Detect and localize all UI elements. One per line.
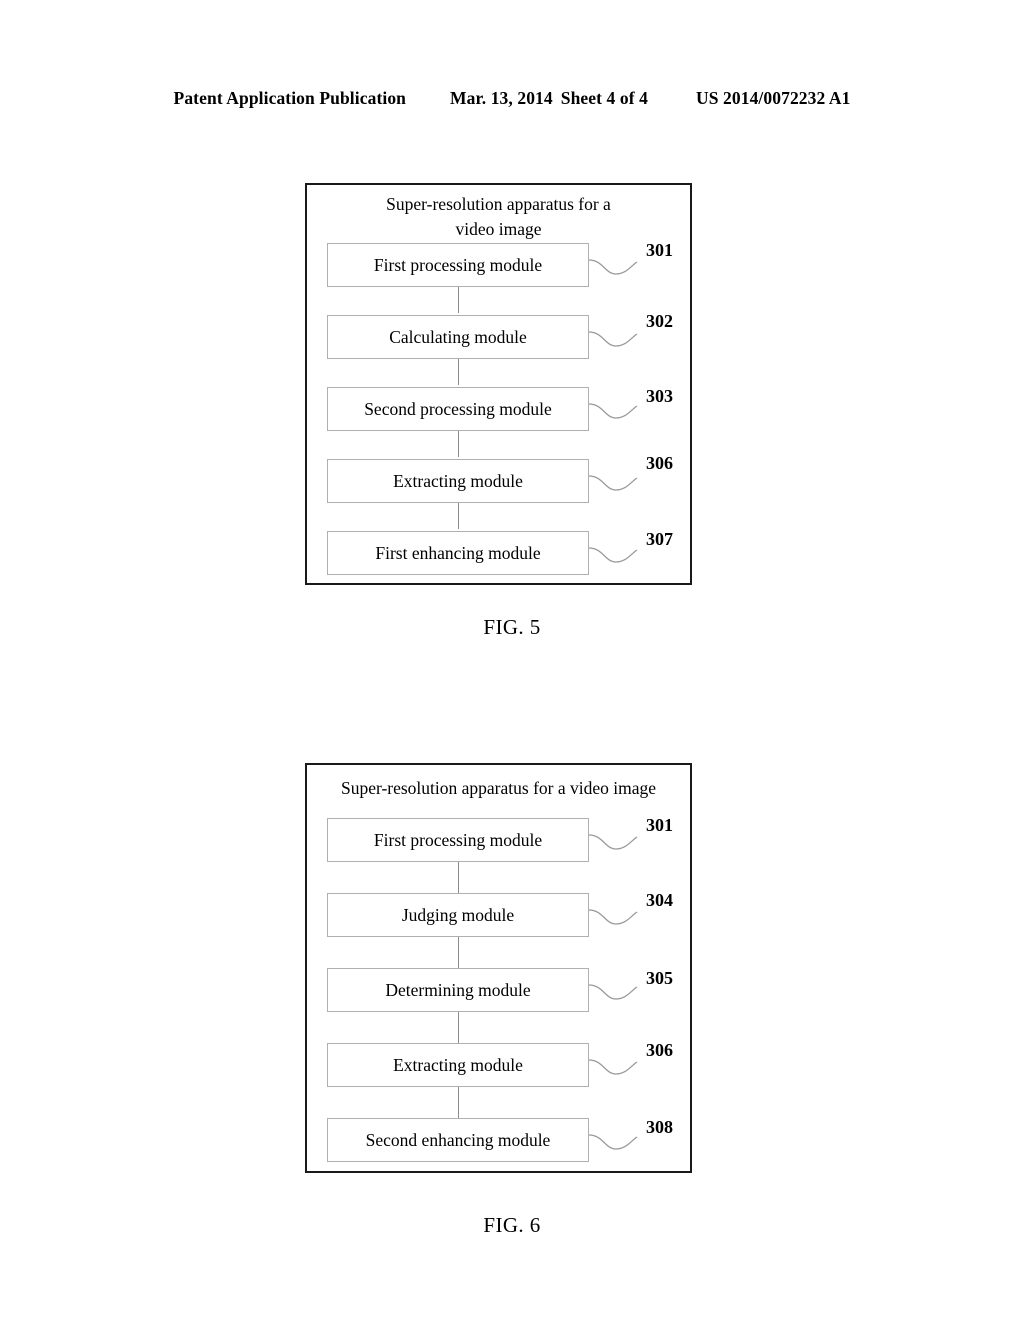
fig6-leader-line-5 [588,1134,638,1150]
fig5-module-box-2[interactable]: Calculating module [327,315,589,359]
fig6-module-box-3[interactable]: Determining module [327,968,589,1012]
fig5-ref-number-2: 302 [646,311,673,331]
fig5-connector-1-2 [458,287,460,313]
fig5-leader-line-3 [588,403,638,419]
fig6-ref-number-3: 305 [646,968,673,988]
fig6-connector-4-5 [458,1087,460,1118]
fig6-title-line-1: Super-resolution apparatus for a video i… [340,778,657,798]
fig5-module-label-3: Second processing module [364,398,552,419]
fig6-module-box-2[interactable]: Judging module [327,893,589,937]
fig5-leader-line-5 [588,547,638,563]
fig6-module-label-2: Judging module [401,904,515,925]
fig6-module-box-1[interactable]: First processing module [327,818,589,862]
fig5-connector-2-3 [458,359,460,385]
fig6-ref-number-5: 308 [646,1117,673,1137]
fig6-module-label-3: Determining module [385,979,531,1000]
fig6-title: Super-resolution apparatus for a video i… [305,776,692,801]
fig5-module-label-1: First processing module [373,254,543,275]
fig6-module-label-4: Extracting module [393,1054,523,1075]
fig5-module-label-4: Extracting module [393,470,523,491]
fig5-caption: FIG. 5 [483,615,541,639]
fig5-module-box-3[interactable]: Second processing module [327,387,589,431]
fig6-connector-1-2 [458,862,460,893]
fig6-ref-number-4: 306 [646,1040,673,1060]
fig5-title-line-2: video image [455,219,542,239]
fig5-module-box-1[interactable]: First processing module [327,243,589,287]
header-sheet: Sheet 4 of 4 [560,88,648,108]
fig6-module-box-5[interactable]: Second enhancing module [327,1118,589,1162]
fig6-module-label-5: Second enhancing module [365,1129,551,1150]
fig5-leader-line-4 [588,475,638,491]
fig6-module-box-4[interactable]: Extracting module [327,1043,589,1087]
page-header: Patent Application Publication Mar. 13, 2… [0,88,1024,109]
fig6-leader-line-4 [588,1059,638,1075]
header-date: Mar. 13, 2014 [450,88,553,108]
fig5-ref-number-5: 307 [646,529,673,549]
fig5-connector-3-4 [458,431,460,457]
fig5-ref-number-3: 303 [646,386,673,406]
fig5-module-box-5[interactable]: First enhancing module [327,531,589,575]
fig6-ref-number-1: 301 [646,815,673,835]
fig6-module-label-1: First processing module [373,829,543,850]
fig6-leader-line-2 [588,909,638,925]
fig6-connector-3-4 [458,1012,460,1043]
fig6-caption: FIG. 6 [483,1213,541,1237]
fig6-leader-line-3 [588,984,638,1000]
header-publication: Patent Application Publication [173,88,407,108]
fig5-leader-line-2 [588,331,638,347]
header-patent-number: US 2014/0072232 A1 [695,88,851,108]
fig6-ref-number-2: 304 [646,890,673,910]
fig6-connector-2-3 [458,937,460,968]
fig5-title-line-1: Super-resolution apparatus for a [386,194,611,214]
fig5-ref-number-4: 306 [646,453,673,473]
fig5-title: Super-resolution apparatus for a video i… [305,192,692,242]
fig5-module-box-4[interactable]: Extracting module [327,459,589,503]
fig5-module-label-5: First enhancing module [375,542,541,563]
fig5-connector-4-5 [458,503,460,529]
fig5-ref-number-1: 301 [646,240,673,260]
fig5-module-label-2: Calculating module [389,326,527,347]
fig5-leader-line-1 [588,259,638,275]
fig6-leader-line-1 [588,834,638,850]
